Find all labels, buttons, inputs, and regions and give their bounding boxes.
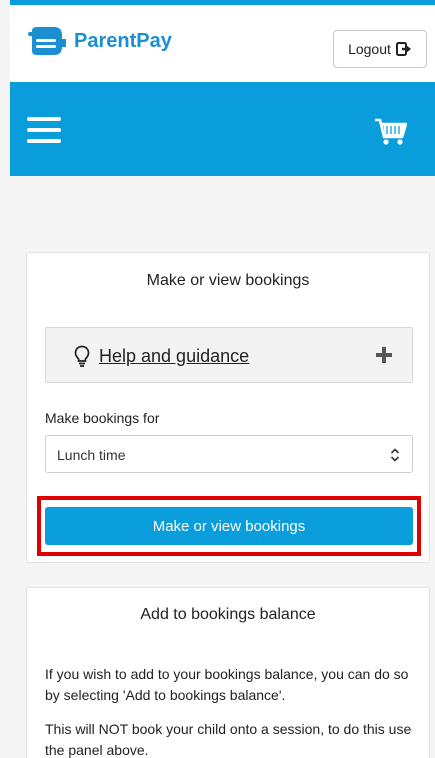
main-nav-bar bbox=[10, 82, 435, 176]
logout-icon bbox=[395, 42, 411, 56]
make-or-view-bookings-button[interactable]: Make or view bookings bbox=[45, 507, 413, 545]
help-and-guidance-link[interactable]: Help and guidance bbox=[99, 346, 249, 367]
logo-text: ParentPay bbox=[74, 29, 172, 52]
cart-icon[interactable] bbox=[375, 118, 407, 146]
make-bookings-title: Make or view bookings bbox=[146, 272, 310, 289]
lightbulb-icon bbox=[74, 345, 90, 367]
chevron-up-down-icon bbox=[390, 448, 400, 462]
booking-type-selected-value: Lunch time bbox=[57, 447, 126, 463]
make-bookings-panel: Make or view bookings Help and guidance … bbox=[26, 252, 430, 563]
hamburger-icon[interactable] bbox=[27, 117, 61, 143]
parentpay-logo[interactable]: ParentPay bbox=[28, 27, 172, 55]
logout-button[interactable]: Logout bbox=[333, 30, 427, 68]
page: ParentPay Logout Make or view bookings H… bbox=[0, 0, 435, 758]
balance-warning-paragraph: This will NOT book your child onto a ses… bbox=[45, 721, 412, 758]
add-to-balance-panel: Add to bookings balance If you wish to a… bbox=[26, 587, 430, 758]
logout-label: Logout bbox=[348, 41, 391, 57]
help-and-guidance-toggle[interactable]: Help and guidance bbox=[45, 327, 413, 383]
add-to-balance-title: Add to bookings balance bbox=[140, 606, 316, 623]
make-bookings-for-label: Make bookings for bbox=[45, 410, 160, 426]
parentpay-logo-icon bbox=[28, 27, 66, 55]
booking-type-select[interactable]: Lunch time bbox=[45, 435, 413, 473]
balance-info-paragraph: If you wish to add to your bookings bala… bbox=[45, 666, 409, 703]
plus-icon[interactable] bbox=[376, 347, 392, 363]
top-header: ParentPay Logout bbox=[10, 0, 435, 82]
